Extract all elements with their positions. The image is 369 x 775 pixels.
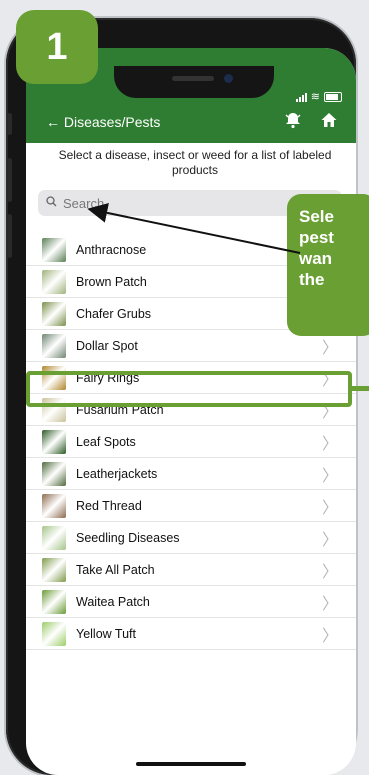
home-icon[interactable] <box>320 111 338 134</box>
list-item-label: Anthracnose <box>76 242 147 257</box>
list-item-label: Red Thread <box>76 498 142 513</box>
volume-up-button <box>7 158 12 202</box>
thumbnail-image <box>42 429 66 454</box>
thumbnail-image <box>42 333 66 358</box>
search-input[interactable] <box>61 194 325 212</box>
step-badge: 1 <box>16 10 98 84</box>
thumbnail-image <box>42 493 66 518</box>
chevron-right-icon: 〉 <box>321 435 338 453</box>
instruction-callout: Sele pest wan the <box>287 194 369 336</box>
list-item[interactable]: Red Thread 〉 <box>26 490 356 522</box>
highlight-box <box>26 371 352 407</box>
list-item-label: Dollar Spot <box>76 338 138 353</box>
list-item-label: Leaf Spots <box>76 434 136 449</box>
callout-line: the <box>299 270 325 289</box>
chevron-right-icon: 〉 <box>321 499 338 517</box>
back-label[interactable]: ← Diseases/Pests <box>46 114 160 130</box>
list-item-label: Seedling Diseases <box>76 530 180 545</box>
list-item-label: Yellow Tuft <box>76 626 136 641</box>
app-screen: ≋ ← Diseases/Pests Select a disease, ins… <box>26 48 356 775</box>
callout-line: wan <box>299 249 333 268</box>
list-item[interactable]: Seedling Diseases 〉 <box>26 522 356 554</box>
list-item-label: Brown Patch <box>76 274 147 289</box>
page-subtitle: Select a disease, insect or weed for a l… <box>58 148 332 177</box>
chevron-right-icon: 〉 <box>321 467 338 485</box>
chevron-right-icon: 〉 <box>321 627 338 645</box>
thumbnail-image <box>42 301 66 326</box>
callout-line: pest <box>299 228 334 247</box>
list-item-label: Waitea Patch <box>76 594 150 609</box>
list-item[interactable]: Waitea Patch 〉 <box>26 586 356 618</box>
thumbnail-image <box>42 269 66 294</box>
list-item-label: Leatherjackets <box>76 466 158 481</box>
list-item-label: Chafer Grubs <box>76 306 152 321</box>
notch <box>114 66 274 98</box>
list-item[interactable]: Leaf Spots 〉 <box>26 426 356 458</box>
search-icon <box>46 196 57 210</box>
speaker-grille <box>172 76 214 81</box>
list-item[interactable]: Take All Patch 〉 <box>26 554 356 586</box>
chevron-right-icon: 〉 <box>321 531 338 549</box>
chevron-right-icon: 〉 <box>321 563 338 581</box>
thumbnail-image <box>42 621 66 646</box>
highlight-connector <box>351 386 369 391</box>
bell-icon[interactable] <box>284 111 302 134</box>
thumbnail-image <box>42 557 66 582</box>
thumbnail-image <box>42 461 66 486</box>
list-item-label: Take All Patch <box>76 562 155 577</box>
back-button[interactable]: ← Diseases/Pests <box>46 114 160 130</box>
thumbnail-image <box>42 237 66 262</box>
thumbnail-image <box>42 589 66 614</box>
camera-icon <box>224 74 233 83</box>
thumbnail-image <box>42 525 66 550</box>
list-item[interactable]: Leatherjackets 〉 <box>26 458 356 490</box>
signal-icon <box>295 93 307 102</box>
callout-line: Sele <box>299 207 334 226</box>
chevron-right-icon: 〉 <box>321 339 338 357</box>
status-bar: ≋ <box>295 91 342 103</box>
battery-icon <box>324 92 342 102</box>
mute-switch <box>7 113 12 135</box>
home-indicator[interactable] <box>136 762 246 766</box>
chevron-right-icon: 〉 <box>321 595 338 613</box>
list-item[interactable]: Yellow Tuft 〉 <box>26 618 356 650</box>
volume-down-button <box>7 214 12 258</box>
wifi-icon: ≋ <box>310 91 320 103</box>
